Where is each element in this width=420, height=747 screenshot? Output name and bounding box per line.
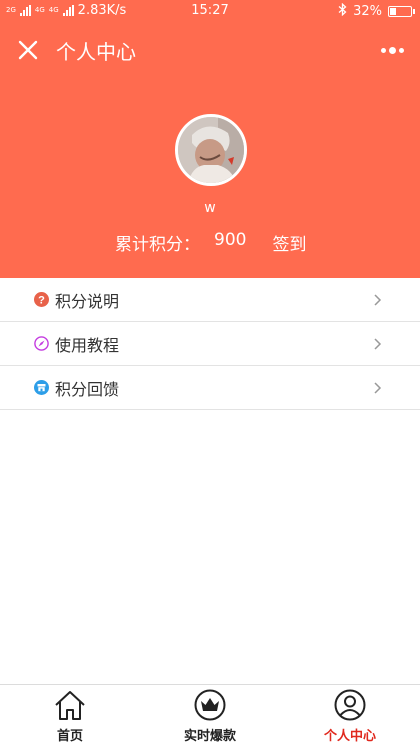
tab-home[interactable]: 首页 [0, 685, 140, 747]
tab-label: 个人中心 [323, 729, 376, 744]
avatar-image [178, 117, 244, 183]
close-icon [18, 40, 38, 60]
home-icon [55, 691, 85, 720]
menu-item-points-rewards[interactable]: 积分回馈 [0, 366, 420, 410]
sign-in-button[interactable]: 签到 [272, 230, 306, 255]
menu-label: 使用教程 [55, 335, 120, 355]
chevron-right-icon [374, 294, 382, 306]
close-button[interactable] [14, 36, 42, 64]
battery-icon [388, 6, 415, 17]
menu-label: 积分说明 [55, 291, 120, 311]
status-bar: 2G 4G 4G 2.83K/s 15:27 32% [0, 0, 420, 22]
store-icon [34, 380, 49, 395]
status-right: 32% [338, 2, 415, 20]
avatar[interactable] [175, 114, 247, 186]
chevron-right-icon [374, 382, 382, 394]
profile-header: 个人中心 w 累计积分： 900 签到 [0, 22, 420, 278]
menu-item-points-info[interactable]: ? 积分说明 [0, 278, 420, 322]
question-icon: ? [34, 292, 49, 307]
tab-label: 实时爆款 [183, 729, 236, 744]
battery-fill [390, 8, 397, 15]
bluetooth-icon [338, 2, 347, 20]
points-row: 累计积分： 900 签到 [115, 230, 306, 255]
more-button[interactable] [374, 40, 410, 60]
page-title: 个人中心 [56, 40, 136, 64]
tab-label: 首页 [56, 729, 83, 744]
compass-icon [34, 336, 49, 351]
menu-label: 积分回馈 [55, 379, 120, 399]
bottom-tab-bar: 首页 实时爆款 个人中心 [0, 684, 420, 747]
points-label: 累计积分： [115, 235, 200, 255]
username: w [204, 200, 216, 216]
menu-item-tutorial[interactable]: 使用教程 [0, 322, 420, 366]
tab-hot-items[interactable]: 实时爆款 [140, 685, 280, 747]
user-icon [334, 689, 366, 721]
svg-text:?: ? [38, 295, 45, 307]
battery-percent: 32% [353, 4, 382, 19]
crown-icon [194, 689, 226, 721]
chevron-right-icon [374, 338, 382, 350]
more-icon [380, 47, 386, 53]
tab-profile[interactable]: 个人中心 [280, 685, 420, 747]
points-value: 900 [214, 230, 247, 250]
menu-list: ? 积分说明 使用教程 积分回馈 [0, 278, 420, 410]
